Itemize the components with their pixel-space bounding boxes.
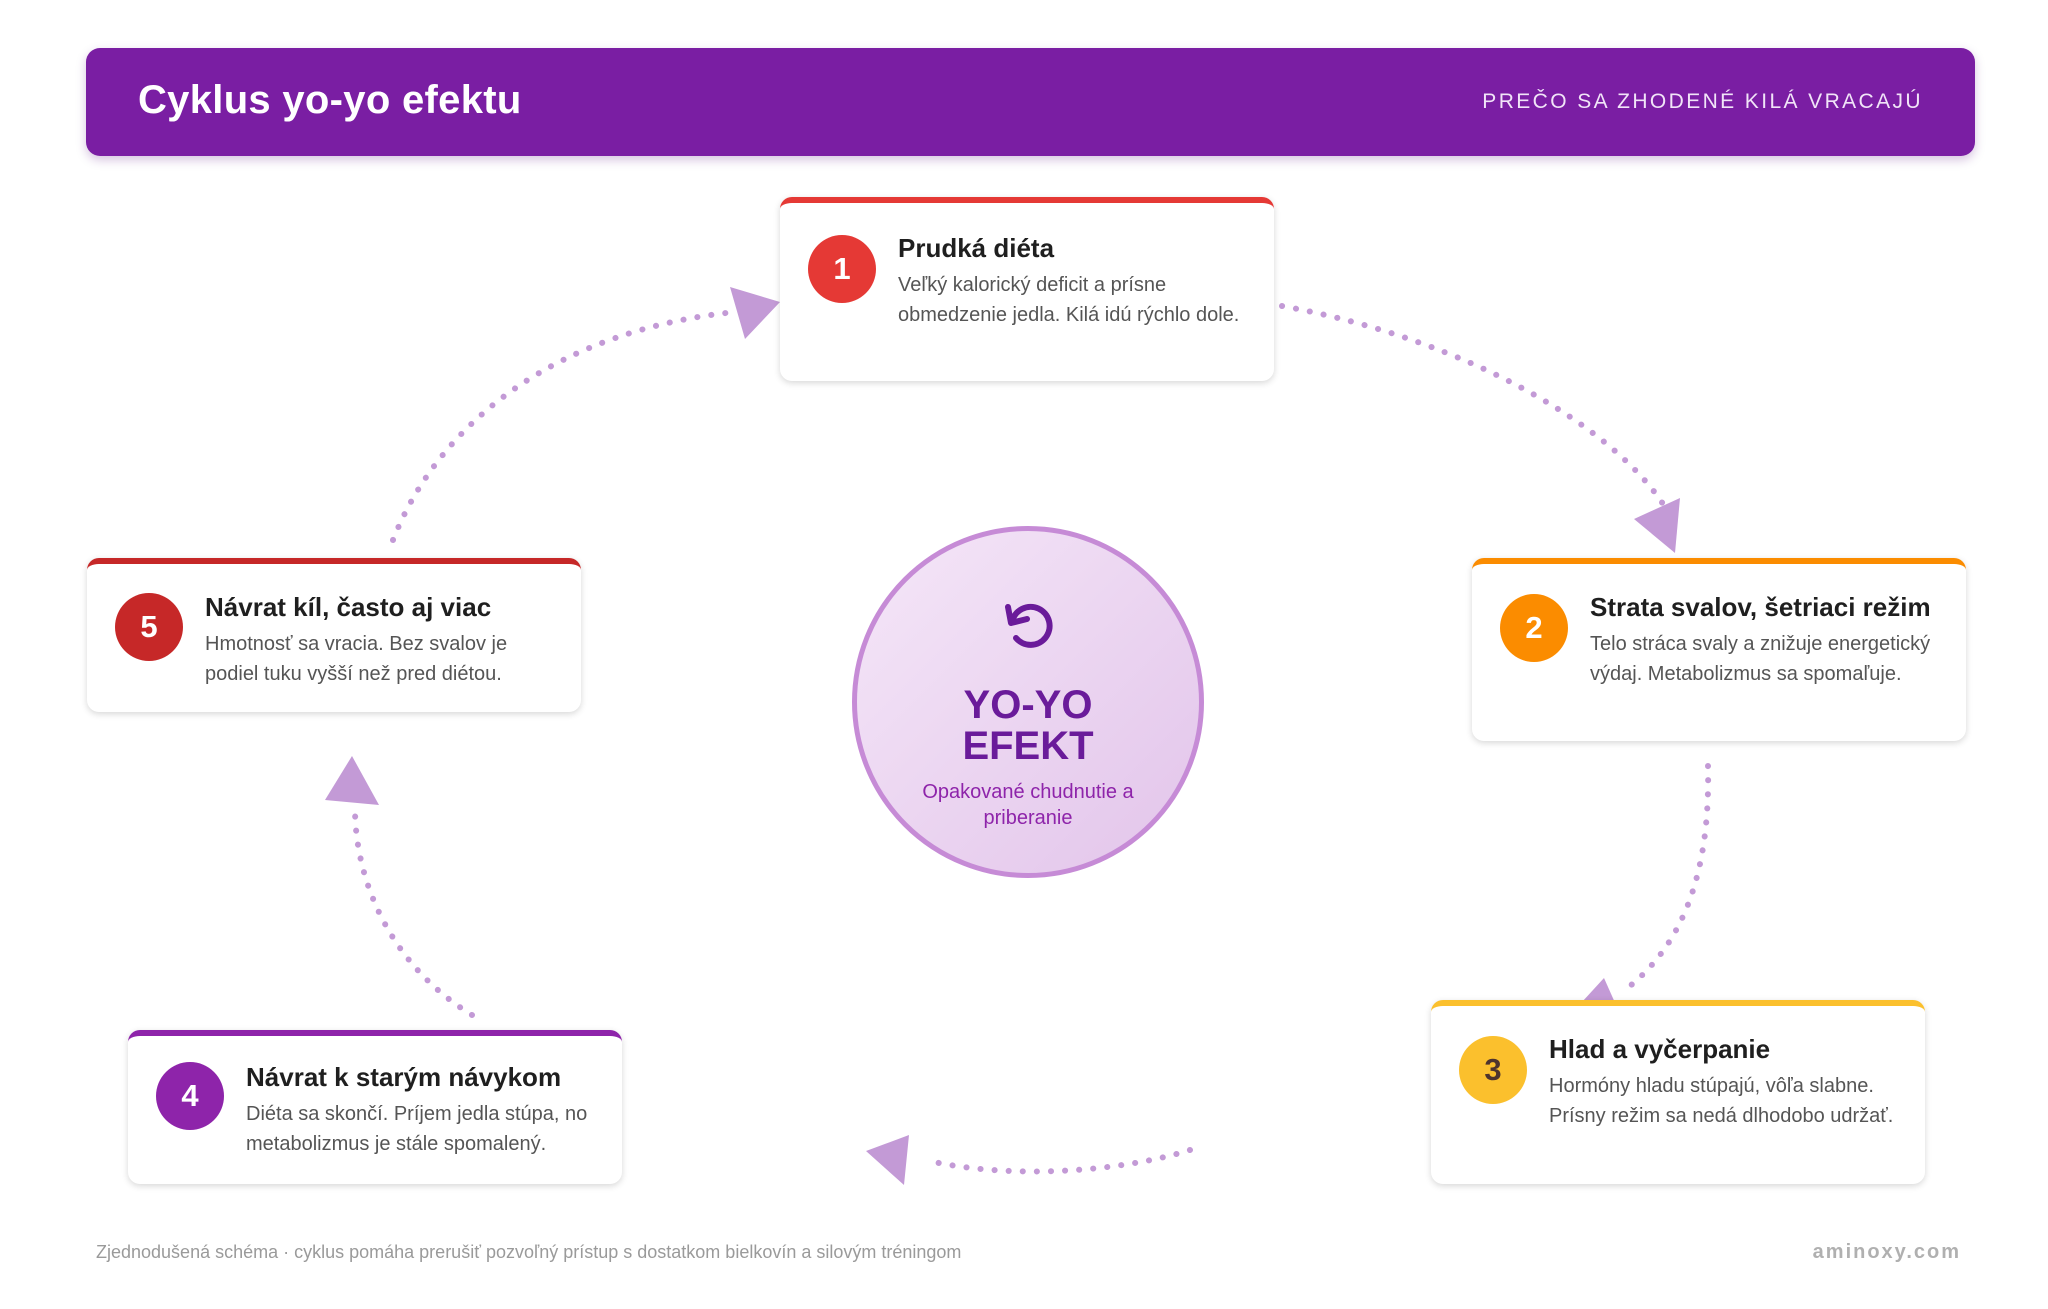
step-card-2: 2 Strata svalov, šetriaci režim Telo str… (1472, 558, 1966, 741)
footer-note: Zjednodušená schéma · cyklus pomáha prer… (96, 1242, 962, 1262)
step-description: Diéta sa skončí. Príjem jedla stúpa, no … (246, 1103, 588, 1155)
step-card-1: 1 Prudká diéta Veľký kalorický deficit a… (780, 197, 1274, 381)
step-number-badge: 4 (156, 1062, 224, 1130)
step-card-3: 3 Hlad a vyčerpanie Hormóny hladu stúpaj… (1431, 1000, 1925, 1184)
arrowhead-to-2 (1634, 498, 1680, 553)
step-number-badge: 2 (1500, 594, 1568, 662)
arrow-path-1-to-2 (1279, 303, 1671, 515)
arrow-path-5-to-1 (390, 309, 738, 543)
step-description: Veľký kalorický deficit a prísne obmedze… (898, 274, 1240, 326)
step-description: Hmotnosť sa vracia. Bez svalov je podiel… (205, 633, 508, 685)
arrow-path-4-to-5 (352, 805, 475, 1018)
center-hub: YO-YO EFEKT Opakované chudnutie a priber… (852, 526, 1204, 878)
step-number-badge: 1 (808, 235, 876, 303)
arrowhead-to-5 (325, 756, 379, 805)
hub-title-line-1: YO-YO (963, 683, 1093, 727)
step-title: Návrat kíl, často aj viac (205, 592, 492, 622)
step-number-badge: 3 (1459, 1036, 1527, 1104)
step-card-5: 5 Návrat kíl, často aj viac Hmotnosť sa … (87, 558, 581, 712)
step-card-4: 4 Návrat k starým návykom Diéta sa skonč… (128, 1030, 622, 1184)
hub-title: YO-YO EFEKT (857, 685, 1199, 767)
step-title: Hlad a vyčerpanie (1549, 1034, 1771, 1064)
step-description: Telo stráca svaly a znižuje energetický … (1590, 633, 1931, 685)
step-title: Strata svalov, šetriaci režim (1590, 592, 1931, 622)
step-number-badge: 5 (115, 593, 183, 661)
footer-brand: aminoxy.com (1812, 1241, 1961, 1263)
arrow-path-2-to-3 (1622, 763, 1712, 993)
arrowhead-to-1 (730, 287, 780, 339)
step-title: Prudká diéta (898, 233, 1055, 263)
hub-subtitle: Opakované chudnutie a priberanie (922, 781, 1134, 829)
refresh-icon (1005, 603, 1053, 648)
hub-title-line-2: EFEKT (962, 724, 1094, 768)
arrowhead-to-4 (866, 1135, 909, 1185)
step-title: Návrat k starým návykom (246, 1062, 562, 1092)
arrow-path-3-to-4 (922, 1147, 1193, 1175)
step-description: Hormóny hladu stúpajú, vôľa slabne. Prís… (1549, 1075, 1894, 1127)
